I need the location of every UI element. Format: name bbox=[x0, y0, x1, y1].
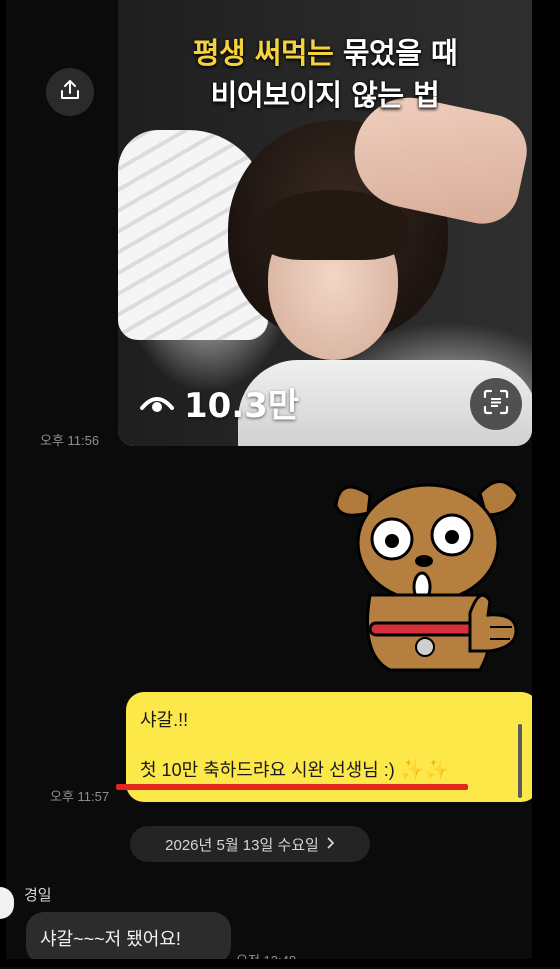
view-count: 10.3만 bbox=[140, 378, 299, 427]
left-frame-edge bbox=[0, 0, 6, 967]
outgoing-message-time: 오후 11:57 bbox=[50, 789, 110, 804]
outgoing-message-line2: 첫 10만 축하드랴요 시완 선생님 :) ✨✨ bbox=[140, 756, 450, 782]
scrollbar[interactable] bbox=[518, 724, 522, 798]
share-icon bbox=[59, 79, 81, 106]
view-count-value: 10.3만 bbox=[184, 386, 300, 426]
scan-text-button[interactable] bbox=[470, 378, 522, 430]
eye-icon bbox=[140, 392, 174, 414]
dog-sticker[interactable] bbox=[330, 465, 526, 675]
video-caption-rest: 묶었을 때 bbox=[333, 36, 458, 70]
share-button[interactable] bbox=[46, 68, 94, 116]
outgoing-message-text: 첫 10만 축하드랴요 시완 선생님 :) bbox=[140, 760, 395, 780]
shared-video-card[interactable]: 평생 써먹는 묶었을 때 비어보이지 않는 법 10.3만 bbox=[118, 0, 532, 446]
chevron-right-icon bbox=[327, 836, 335, 853]
incoming-message-text: 샤갈~~~저 됐어요! bbox=[40, 929, 181, 949]
sender-name: 경일 bbox=[24, 887, 52, 904]
scan-text-icon bbox=[483, 389, 509, 420]
red-underline-annotation bbox=[116, 784, 468, 790]
outgoing-message-line1: 샤갈.!! bbox=[140, 710, 189, 730]
sparkle-emoji: ✨✨ bbox=[399, 759, 450, 781]
avatar[interactable] bbox=[0, 887, 14, 919]
date-separator[interactable]: 2026년 5월 13일 수요일 bbox=[130, 826, 370, 862]
date-separator-label: 2026년 5월 13일 수요일 bbox=[165, 836, 319, 854]
right-frame-edge bbox=[532, 0, 560, 967]
bottom-frame-edge bbox=[0, 959, 560, 967]
video-message-time: 오후 11:56 bbox=[40, 433, 100, 448]
video-caption-line2: 비어보이지 않는 법 bbox=[210, 78, 440, 112]
incoming-message-bubble[interactable]: 샤갈~~~저 됐어요! bbox=[26, 912, 231, 964]
video-caption-highlight: 평생 써먹는 bbox=[192, 36, 334, 70]
video-caption-line1: 평생 써먹는 묶었을 때 bbox=[118, 30, 532, 72]
